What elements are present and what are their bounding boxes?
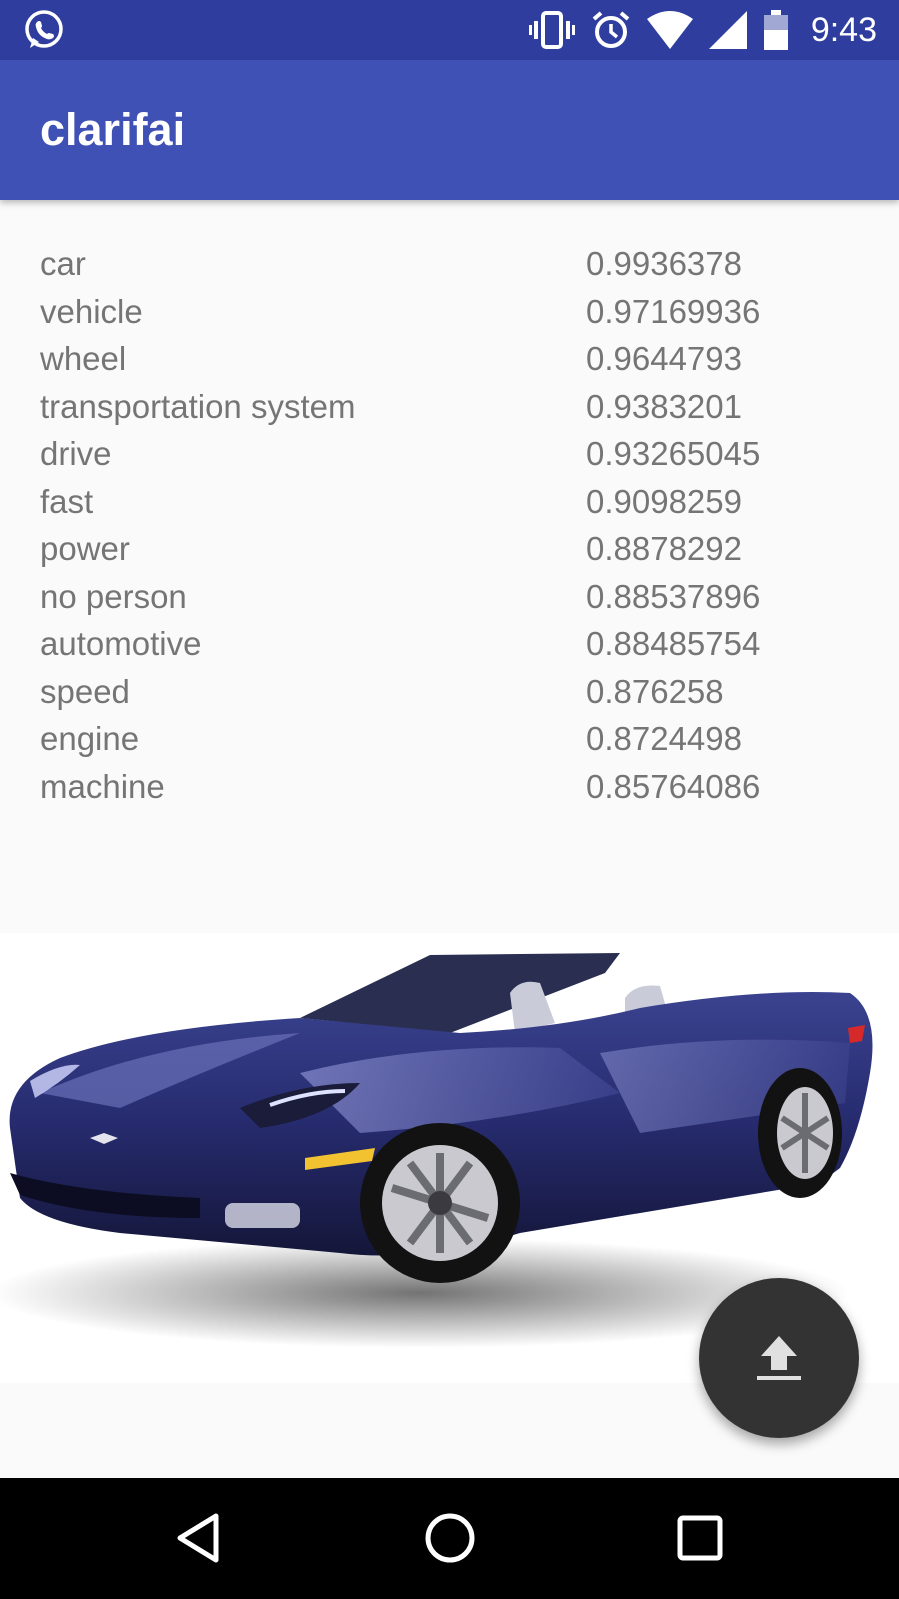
status-icons: 9:43 [528, 0, 877, 60]
list-item: speed 0.876258 [0, 668, 899, 716]
concept-score: 0.85764086 [586, 767, 761, 805]
battery-icon [763, 10, 788, 50]
list-item: transportation system 0.9383201 [0, 383, 899, 431]
signal-icon [708, 11, 747, 49]
concept-score: 0.8724498 [586, 720, 742, 757]
app-title: clarifai [40, 104, 186, 155]
list-item: fast 0.9098259 [0, 478, 899, 526]
concept-score: 0.876258 [586, 672, 724, 710]
concept-score: 0.9644793 [586, 340, 742, 377]
list-item: machine 0.85764086 [0, 763, 899, 811]
concept-score: 0.9098259 [586, 482, 742, 520]
list-item: drive 0.93265045 [0, 430, 899, 478]
concept-score: 0.9383201 [586, 387, 742, 425]
recents-icon[interactable] [670, 1508, 730, 1568]
concept-label: speed [40, 672, 130, 710]
list-item: power 0.8878292 [0, 525, 899, 573]
concept-score: 0.8878292 [586, 530, 742, 567]
concept-score: 0.93265045 [586, 435, 761, 472]
concept-label: no person [40, 577, 187, 615]
navigation-bar [0, 1478, 899, 1599]
concept-label: car [40, 245, 86, 282]
wifi-icon [646, 11, 693, 49]
list-item: car 0.9936378 [0, 240, 899, 288]
home-icon[interactable] [420, 1508, 480, 1568]
concept-score: 0.9936378 [586, 245, 742, 282]
concept-label: transportation system [40, 387, 356, 425]
clock: 9:43 [810, 10, 877, 49]
concept-label: automotive [40, 625, 202, 662]
list-item: engine 0.8724498 [0, 715, 899, 763]
results-list: car 0.9936378 vehicle 0.97169936 wheel 0.96… [0, 240, 899, 810]
status-bar: 9:43 [0, 0, 899, 60]
concept-label: machine [40, 767, 165, 805]
back-icon[interactable] [170, 1508, 230, 1568]
app-bar: clarifai [0, 60, 899, 200]
vibrate-icon [528, 11, 575, 49]
concept-label: engine [40, 720, 140, 757]
concept-label: fast [40, 482, 94, 520]
list-item: no person 0.88537896 [0, 573, 899, 621]
concept-label: vehicle [40, 292, 143, 330]
whatsapp-icon [25, 10, 63, 48]
concept-score: 0.97169936 [586, 292, 761, 330]
list-item: automotive 0.88485754 [0, 620, 899, 668]
alarm-icon [592, 11, 630, 48]
concept-label: power [40, 530, 130, 567]
upload-icon [757, 1336, 801, 1380]
upload-button[interactable] [699, 1278, 859, 1438]
list-item: wheel 0.9644793 [0, 335, 899, 383]
concept-score: 0.88485754 [586, 625, 761, 662]
list-item: vehicle 0.97169936 [0, 288, 899, 336]
concept-label: wheel [40, 340, 127, 377]
concept-score: 0.88537896 [586, 577, 761, 615]
concept-label: drive [40, 435, 112, 472]
